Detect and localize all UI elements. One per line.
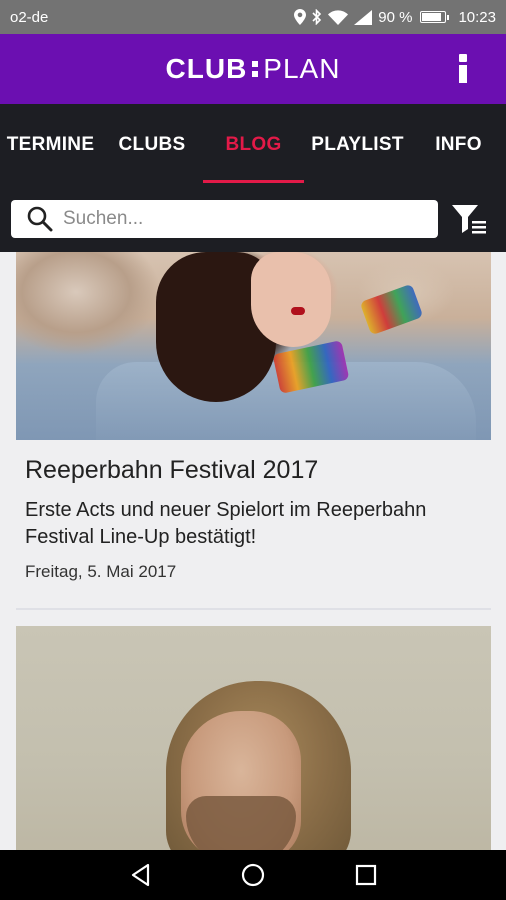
post-image xyxy=(16,626,491,850)
active-tab-indicator xyxy=(203,180,304,183)
status-bar: o2-de 90 % 10:23 xyxy=(0,0,506,34)
post-image xyxy=(16,252,491,440)
search-icon xyxy=(27,206,53,232)
carrier-name: o2-de xyxy=(10,8,49,26)
wifi-icon xyxy=(328,9,349,25)
battery-icon xyxy=(420,11,450,23)
tab-blog[interactable]: BLOG xyxy=(203,104,304,186)
search-box[interactable] xyxy=(11,200,438,238)
tab-termine[interactable]: TERMINE xyxy=(0,104,101,186)
battery-percent: 90 % xyxy=(378,8,413,26)
blog-feed: Reeperbahn Festival 2017 Erste Acts und … xyxy=(0,252,506,850)
system-nav-bar xyxy=(0,850,506,900)
tab-bar: TERMINE CLUBS BLOG PLAYLIST INFO xyxy=(0,104,506,186)
app-screen: o2-de 90 % 10:23 CLUB PLAN TERMINE CLUBS… xyxy=(0,0,506,900)
blog-post-card[interactable] xyxy=(16,626,491,850)
post-title: Reeperbahn Festival 2017 xyxy=(25,456,319,484)
status-icons: 90 % 10:23 xyxy=(294,9,496,26)
search-input[interactable] xyxy=(63,208,403,230)
search-bar xyxy=(0,186,506,252)
tab-playlist[interactable]: PLAYLIST xyxy=(304,104,411,186)
home-circle-icon[interactable] xyxy=(240,862,266,888)
clock: 10:23 xyxy=(458,8,496,26)
logo-club-text: CLUB xyxy=(165,53,248,84)
filter-list-icon[interactable] xyxy=(450,201,490,237)
tab-info[interactable]: INFO xyxy=(411,104,506,186)
post-date: Freitag, 5. Mai 2017 xyxy=(25,562,177,581)
blog-post-card[interactable]: Reeperbahn Festival 2017 Erste Acts und … xyxy=(16,252,491,582)
logo-separator xyxy=(252,61,259,77)
logo-plan-text: PLAN xyxy=(263,53,341,84)
card-divider xyxy=(16,608,491,610)
location-icon xyxy=(294,9,307,25)
clubplan-logo: CLUB PLAN xyxy=(166,53,341,85)
post-description: Erste Acts und neuer Spielort im Reeperb… xyxy=(25,499,427,548)
bluetooth-icon xyxy=(312,9,322,25)
back-triangle-icon[interactable] xyxy=(128,862,154,888)
info-button[interactable] xyxy=(454,54,472,84)
recents-square-icon[interactable] xyxy=(353,862,379,888)
tab-clubs[interactable]: CLUBS xyxy=(101,104,203,186)
app-bar: CLUB PLAN xyxy=(0,34,506,104)
signal-icon xyxy=(354,9,373,25)
info-icon xyxy=(459,54,467,62)
